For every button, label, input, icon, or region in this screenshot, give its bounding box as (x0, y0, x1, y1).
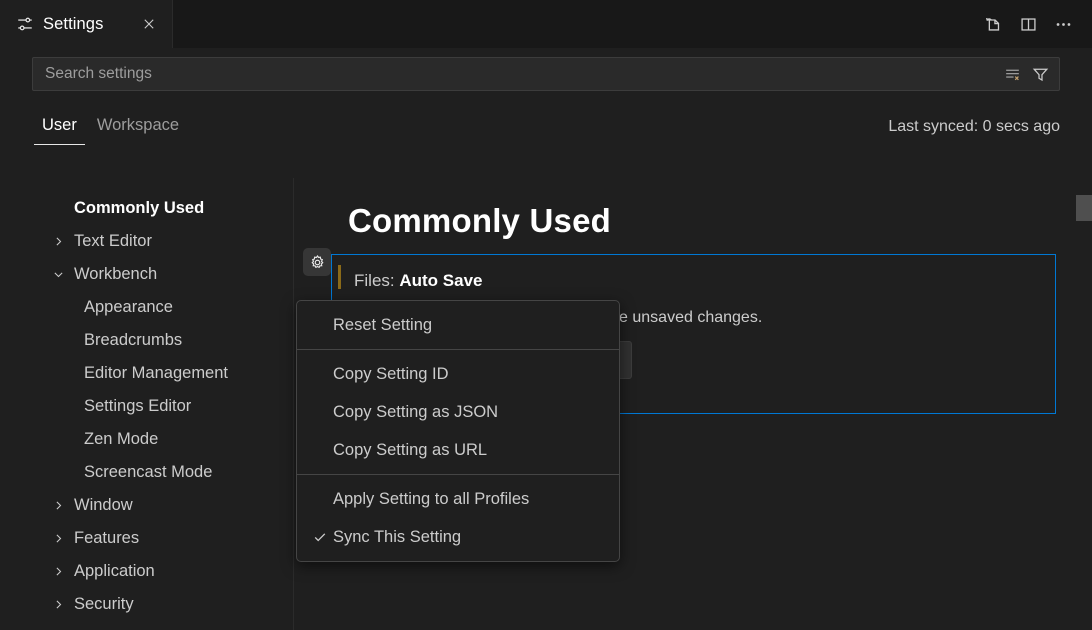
filter-settings-icon[interactable] (1027, 61, 1053, 87)
sidebar-item-label: Commonly Used (74, 199, 204, 218)
menu-item-label: Sync This Setting (333, 528, 461, 547)
chevron-right-icon (50, 498, 66, 514)
page-title: Commonly Used (294, 178, 1092, 240)
settings-gear-icon[interactable] (303, 248, 331, 276)
tab-label: Settings (43, 15, 138, 34)
chevron-right-icon (50, 564, 66, 580)
sidebar-item-window[interactable]: Window (0, 489, 293, 522)
sidebar-item-label: Breadcrumbs (84, 331, 182, 350)
setting-name: Auto Save (399, 271, 482, 290)
settings-sliders-icon (16, 15, 34, 33)
menu-item-label: Copy Setting ID (333, 365, 449, 384)
setting-context-menu: Reset Setting Copy Setting ID Copy Setti… (296, 300, 620, 562)
more-actions-icon[interactable] (1048, 9, 1078, 39)
settings-table-of-contents: Commonly Used Text Editor Workbench Appe… (0, 178, 294, 630)
sidebar-item-label: Security (74, 595, 134, 614)
tab-workspace-label: Workspace (97, 116, 179, 134)
chevron-down-icon (50, 267, 66, 283)
search-input[interactable] (45, 65, 999, 83)
chevron-right-icon (50, 531, 66, 547)
settings-scrollbar[interactable] (1076, 178, 1092, 630)
setting-category: Files: (354, 271, 395, 290)
sidebar-item-screencast-mode[interactable]: Screencast Mode (0, 456, 293, 489)
sidebar-item-label: Editor Management (84, 364, 228, 383)
menu-separator (297, 474, 619, 475)
sidebar-item-label: Zen Mode (84, 430, 158, 449)
setting-title: Files: Auto Save (332, 271, 1055, 291)
sidebar-item-application[interactable]: Application (0, 555, 293, 588)
menu-item-label: Apply Setting to all Profiles (333, 490, 529, 509)
sidebar-item-editor-management[interactable]: Editor Management (0, 357, 293, 390)
menu-item-apply-setting-to-all-profiles[interactable]: Apply Setting to all Profiles (297, 480, 619, 518)
menu-item-sync-this-setting[interactable]: Sync This Setting (297, 518, 619, 556)
settings-search-bar (0, 48, 1092, 100)
sidebar-item-security[interactable]: Security (0, 588, 293, 621)
sidebar-item-label: Screencast Mode (84, 463, 212, 482)
editor-tab-bar: Settings (0, 0, 1092, 48)
close-icon[interactable] (138, 13, 160, 35)
modified-indicator (338, 265, 341, 289)
sidebar-item-label: Text Editor (74, 232, 152, 251)
sidebar-item-commonly-used[interactable]: Commonly Used (0, 192, 293, 225)
scrollbar-thumb[interactable] (1076, 195, 1092, 221)
sidebar-item-label: Window (74, 496, 133, 515)
tab-user[interactable]: User (32, 100, 87, 145)
menu-separator (297, 349, 619, 350)
chevron-right-icon (50, 597, 66, 613)
sidebar-item-breadcrumbs[interactable]: Breadcrumbs (0, 324, 293, 357)
sidebar-item-label: Settings Editor (84, 397, 191, 416)
sidebar-item-text-editor[interactable]: Text Editor (0, 225, 293, 258)
menu-item-reset-setting[interactable]: Reset Setting (297, 306, 619, 344)
menu-item-label: Reset Setting (333, 316, 432, 335)
chevron-right-icon (50, 234, 66, 250)
menu-item-copy-setting-as-url[interactable]: Copy Setting as URL (297, 431, 619, 469)
sidebar-item-label: Workbench (74, 265, 157, 284)
editor-actions (978, 0, 1092, 48)
sidebar-item-appearance[interactable]: Appearance (0, 291, 293, 324)
search-box[interactable] (32, 57, 1060, 91)
tab-workspace[interactable]: Workspace (87, 100, 189, 145)
sidebar-item-label: Appearance (84, 298, 173, 317)
sync-status-label: Last synced: 0 secs ago (888, 100, 1060, 136)
sidebar-item-zen-mode[interactable]: Zen Mode (0, 423, 293, 456)
menu-item-label: Copy Setting as JSON (333, 403, 498, 422)
search-action-group (999, 61, 1053, 87)
sidebar-item-label: Features (74, 529, 139, 548)
open-settings-json-icon[interactable] (978, 9, 1008, 39)
clear-settings-search-input-icon[interactable] (999, 61, 1025, 87)
menu-item-copy-setting-id[interactable]: Copy Setting ID (297, 355, 619, 393)
tab-user-label: User (42, 116, 77, 134)
sidebar-item-workbench[interactable]: Workbench (0, 258, 293, 291)
split-editor-icon[interactable] (1013, 9, 1043, 39)
sidebar-item-label: Application (74, 562, 155, 581)
menu-item-label: Copy Setting as URL (333, 441, 487, 460)
check-icon (307, 529, 333, 545)
sidebar-item-settings-editor[interactable]: Settings Editor (0, 390, 293, 423)
settings-scope-tabs: User Workspace Last synced: 0 secs ago (0, 100, 1092, 166)
sidebar-item-features[interactable]: Features (0, 522, 293, 555)
tab-settings[interactable]: Settings (0, 0, 173, 48)
menu-item-copy-setting-as-json[interactable]: Copy Setting as JSON (297, 393, 619, 431)
